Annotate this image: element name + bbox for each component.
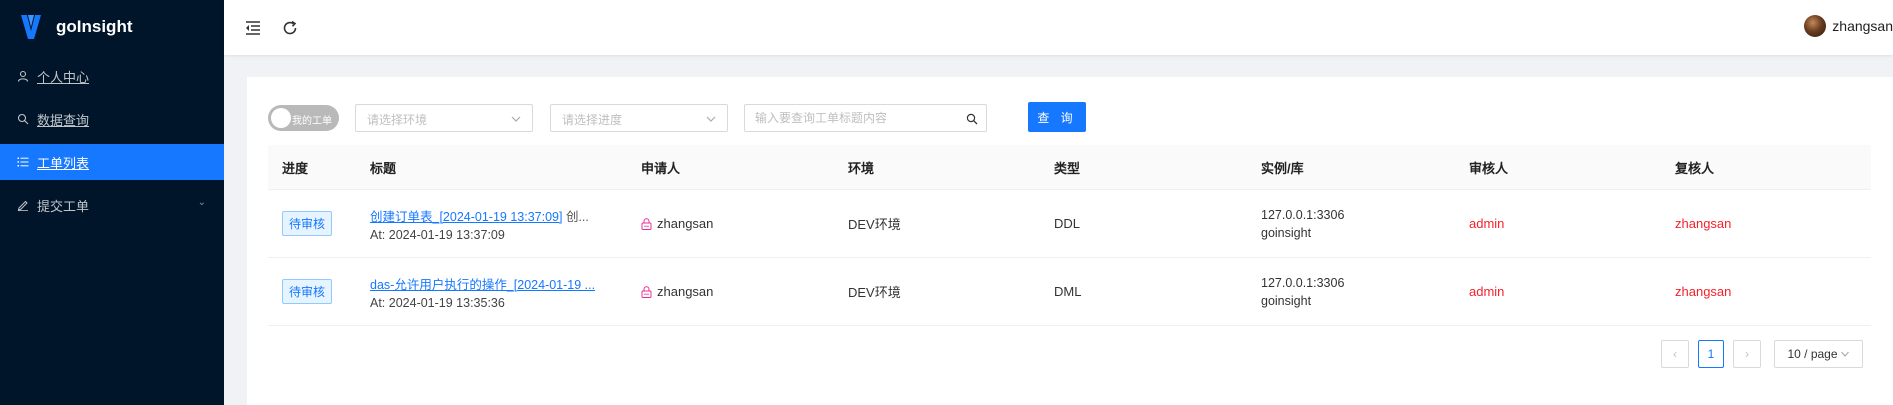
page-1-button[interactable]: 1 [1698, 340, 1724, 368]
menu-fold-button[interactable] [244, 19, 262, 37]
table-row: 待审核 das-允许用户执行的操作_[2024-01-19 ... At: 20… [268, 258, 1871, 326]
sidebar-item-data-query[interactable]: 数据查询 [0, 101, 224, 137]
next-page-button[interactable]: › [1733, 340, 1761, 368]
toggle-label: 我的工单 [292, 116, 332, 127]
order-title-link[interactable]: 创建订单表_[2024-01-19 13:37:09] [370, 210, 562, 224]
page-number: 1 [1707, 347, 1715, 361]
sidebar-item-label: 数据查询 [37, 112, 90, 128]
title-search-input[interactable] [745, 105, 945, 131]
auditor-cell: admin [1469, 216, 1505, 231]
reviewer-cell: zhangsan [1675, 284, 1732, 299]
instance-cell: 127.0.0.1:3306 goinsight [1247, 206, 1455, 242]
order-title-rest: 创... [562, 209, 589, 224]
column-header: 环境 [848, 160, 875, 176]
chevron-left-icon: ‹ [1673, 347, 1677, 361]
applicant-name: zhangsan [657, 284, 714, 299]
instance-address: 127.0.0.1:3306 [1261, 207, 1345, 222]
search-icon [16, 112, 30, 126]
chevron-down-icon [705, 112, 717, 124]
auditor-cell: admin [1469, 284, 1505, 299]
sidebar-item-submit-order[interactable]: 提交工单 ⌄ [0, 187, 224, 223]
column-header: 类型 [1054, 160, 1081, 176]
sidebar: goInsight 个人中心 数据查询 工单列表 提交工单 ⌄ [0, 0, 224, 405]
title-search [744, 104, 987, 132]
column-header: 审核人 [1469, 160, 1509, 176]
avatar [1804, 15, 1827, 37]
app-name: goInsight [56, 17, 133, 36]
lock-icon [641, 217, 653, 230]
type-cell: DML [1054, 284, 1082, 299]
sidebar-item-profile[interactable]: 个人中心 [0, 58, 224, 94]
column-header: 标题 [370, 160, 397, 176]
query-button[interactable]: 查 询 [1028, 102, 1086, 132]
menu-fold-icon [246, 21, 260, 35]
table-row: 待审核 创建订单表_[2024-01-19 13:37:09] 创... At:… [268, 190, 1871, 258]
status-badge: 待审核 [282, 279, 333, 304]
order-list-card: 我的工单 请选择环境 请选择进度 查 询 进度 标题 申请人 环境 类型 实例/… [247, 77, 1893, 405]
database-name: goinsight [1261, 225, 1312, 240]
sidebar-item-label: 个人中心 [37, 69, 90, 85]
order-title-link[interactable]: das-允许用户执行的操作_[2024-01-19 ... [370, 278, 595, 292]
user-menu[interactable]: zhangsan [1804, 15, 1893, 37]
goinsight-logo-icon [21, 15, 41, 39]
column-header: 复核人 [1675, 160, 1715, 176]
prev-page-button[interactable]: ‹ [1661, 340, 1689, 368]
applicant-name: zhangsan [657, 216, 714, 231]
order-table: 进度 标题 申请人 环境 类型 实例/库 审核人 复核人 待审核 创建订单表_[… [268, 145, 1871, 326]
edit-icon [16, 198, 30, 212]
progress-select[interactable]: 请选择进度 [550, 104, 728, 132]
sidebar-item-label: 提交工单 [37, 198, 90, 214]
progress-placeholder: 请选择进度 [562, 113, 623, 127]
column-header: 申请人 [641, 160, 681, 176]
order-title: das-允许用户执行的操作_[2024-01-19 ... [370, 274, 615, 293]
chevron-down-icon [1840, 349, 1850, 359]
type-cell: DDL [1054, 216, 1081, 231]
header: zhangsan [224, 0, 1893, 55]
chevron-down-icon [510, 112, 522, 124]
sidebar-item-label: 工单列表 [37, 155, 90, 171]
environment-cell: DEV环境 [848, 285, 901, 300]
page-size-select[interactable]: 10 / page [1774, 340, 1863, 368]
environment-placeholder: 请选择环境 [367, 113, 428, 127]
list-icon [16, 155, 30, 169]
logo[interactable]: goInsight [0, 0, 224, 54]
my-orders-toggle[interactable]: 我的工单 [268, 105, 339, 131]
refresh-button[interactable] [281, 19, 299, 37]
sidebar-item-order-list[interactable]: 工单列表 [0, 144, 224, 180]
search-icon[interactable] [966, 112, 978, 125]
environment-cell: DEV环境 [848, 217, 901, 232]
toggle-knob [271, 108, 291, 128]
status-badge: 待审核 [282, 211, 333, 236]
table-header: 进度 标题 申请人 环境 类型 实例/库 审核人 复核人 [268, 145, 1871, 190]
order-created-at: At: 2024-01-19 13:37:09 [370, 227, 505, 242]
order-title: 创建订单表_[2024-01-19 13:37:09] 创... [370, 206, 615, 225]
instance-cell: 127.0.0.1:3306 goinsight [1247, 274, 1455, 310]
page-size-label: 10 / page [1787, 347, 1838, 361]
environment-select[interactable]: 请选择环境 [355, 104, 533, 132]
lock-icon [641, 285, 653, 298]
instance-address: 127.0.0.1:3306 [1261, 275, 1345, 290]
chevron-right-icon: › [1745, 347, 1749, 361]
column-header: 实例/库 [1261, 160, 1304, 176]
refresh-icon [283, 20, 297, 35]
order-created-at: At: 2024-01-19 13:35:36 [370, 295, 505, 310]
user-icon [16, 69, 30, 83]
column-header: 进度 [282, 160, 309, 176]
database-name: goinsight [1261, 293, 1312, 308]
chevron-down-icon: ⌄ [197, 197, 206, 208]
reviewer-cell: zhangsan [1675, 216, 1732, 231]
username: zhangsan [1832, 18, 1893, 34]
